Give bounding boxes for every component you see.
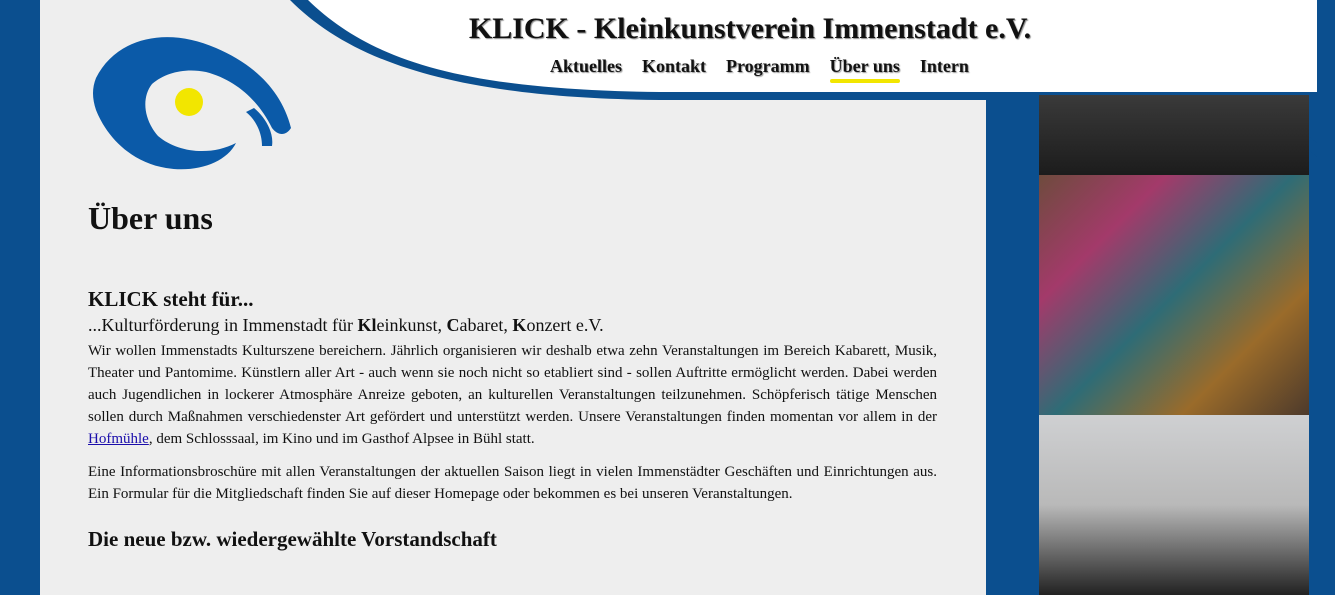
nav-item-programm[interactable]: Programm: [726, 56, 810, 81]
main-content: Über uns KLICK steht für... ...Kulturför…: [88, 200, 937, 552]
photo-strip: [1039, 95, 1309, 595]
intro-text-end: , dem Schlosssaal, im Kino und im Gastho…: [148, 431, 535, 447]
nav-item-kontakt[interactable]: Kontakt: [642, 56, 706, 81]
subhead-cabaret: abaret,: [459, 315, 513, 335]
main-nav: Aktuelles Kontakt Programm Über uns Inte…: [550, 56, 989, 83]
brochure-paragraph: Eine Informationsbroschüre mit allen Ver…: [88, 464, 937, 502]
nav-item-ueber-uns[interactable]: Über uns: [829, 56, 901, 83]
hofmuehle-link[interactable]: Hofmühle: [88, 431, 149, 447]
right-border: [1317, 0, 1335, 595]
nav-item-aktuelles[interactable]: Aktuelles: [550, 56, 622, 81]
intro-text: Wir wollen Immenstadts Kulturszene berei…: [88, 343, 937, 425]
eye-logo-icon[interactable]: [86, 28, 296, 173]
artist-photo-portrait: [1039, 95, 1309, 175]
artist-photo-trio: [1039, 415, 1309, 595]
subhead-kleinkunst: einkunst,: [376, 315, 447, 335]
intro-paragraph: Wir wollen Immenstadts Kulturszene berei…: [88, 340, 937, 450]
artist-photo-stage: [1039, 175, 1309, 415]
subhead-c: C: [446, 315, 460, 335]
left-border: [0, 0, 40, 595]
subhead-k: K: [512, 315, 527, 335]
section-subheading: ...Kulturförderung in Immenstadt für Kle…: [88, 315, 937, 336]
site-title: KLICK - Kleinkunstverein Immenstadt e.V.: [468, 12, 1032, 45]
subhead-konzert: onzert e.V.: [526, 315, 604, 335]
subhead-kl: Kl: [357, 315, 377, 335]
subhead-prefix: ...Kulturförderung in Immenstadt für: [88, 315, 358, 335]
section-heading-klick: KLICK steht für...: [88, 287, 254, 311]
page-title: Über uns: [88, 200, 213, 236]
nav-item-intern[interactable]: Intern: [920, 56, 969, 81]
section-heading-vorstand: Die neue bzw. wiedergewählte Vorstandsch…: [88, 527, 497, 551]
